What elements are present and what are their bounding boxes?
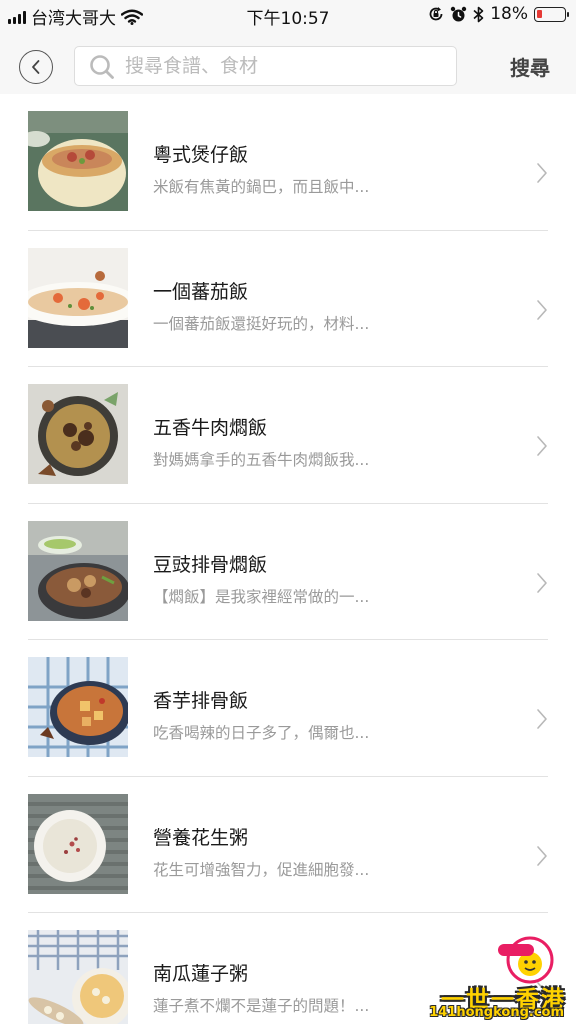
recipe-thumbnail: [28, 111, 128, 211]
rotation-lock-icon: [429, 7, 443, 21]
watermark-url: 141hongkong.com: [429, 1005, 564, 1020]
recipe-description: 一個蕃茄飯還挺好玩的，材料...: [153, 314, 370, 333]
battery-percent: 18%: [490, 4, 528, 24]
recipe-item[interactable]: 五香牛肉燜飯對媽媽拿手的五香牛肉燜飯我...: [0, 367, 576, 504]
watermark-logo: 一世一香港 141hongkong.com: [429, 936, 570, 1020]
recipe-item[interactable]: 香芋排骨飯吃香喝辣的日子多了，偶爾也...: [0, 640, 576, 777]
search-icon: [90, 55, 114, 79]
recipe-title: 豆豉排骨燜飯: [153, 553, 268, 576]
recipe-list: 粵式煲仔飯 米飯有焦黃的鍋巴，而且飯中... 一個蕃茄飯 一個蕃茄飯還挺好玩的，材料.…: [0, 94, 576, 1024]
status-right: 18%: [428, 4, 569, 24]
battery-icon: [534, 6, 569, 22]
recipe-description: 對媽媽拿手的五香牛肉燜飯我...: [153, 451, 370, 469]
chevron-right-icon: [537, 436, 547, 456]
status-bar: 台湾大哥大 下午10:57 18%: [0, 0, 576, 30]
recipe-title: 粵式煲仔飯: [153, 144, 249, 166]
recipe-title: 香芋排骨飯: [153, 690, 249, 712]
search-input[interactable]: [125, 47, 445, 85]
recipe-item[interactable]: 粵式煲仔飯米飯有焦黃的鍋巴，而且飯中...: [0, 94, 576, 231]
recipe-thumbnail: [28, 384, 128, 484]
chevron-right-icon: [537, 299, 547, 320]
recipe-item[interactable]: 豆豉排骨燜飯【燜飯】是我家裡經常做的一...: [0, 504, 576, 641]
recipe-title: 營養花生粥: [153, 826, 249, 849]
search-box[interactable]: [74, 46, 457, 86]
back-button[interactable]: [19, 50, 53, 84]
recipe-thumbnail: [28, 247, 128, 348]
recipe-thumbnail: [28, 930, 128, 1024]
chevron-right-icon: [537, 572, 547, 593]
recipe-title: 五香牛肉燜飯: [153, 417, 268, 439]
recipe-description: 米飯有焦黃的鍋巴，而且飯中...: [153, 178, 370, 196]
recipe-thumbnail: [28, 657, 128, 757]
chevron-left-icon: [32, 60, 40, 74]
battery-level: [537, 9, 542, 18]
chevron-right-icon: [537, 709, 547, 729]
recipe-item[interactable]: 一個蕃茄飯一個蕃茄飯還挺好玩的，材料...: [0, 231, 576, 368]
recipe-thumbnail: [28, 793, 128, 894]
recipe-description: 花生可增強智力，促進細胞發...: [153, 860, 370, 879]
recipe-title: 一個蕃茄飯: [153, 280, 249, 303]
recipe-description: 蓮子煮不爛不是蓮子的問題！...: [153, 997, 370, 1015]
recipe-title: 南瓜蓮子粥: [153, 963, 249, 985]
search-header: 搜尋: [0, 30, 576, 94]
recipe-thumbnail: [28, 520, 128, 621]
recipe-description: 【燜飯】是我家裡經常做的一...: [153, 587, 370, 606]
search-button[interactable]: 搜尋: [510, 52, 550, 81]
chevron-right-icon: [537, 163, 547, 183]
alarm-icon: [451, 6, 467, 21]
bluetooth-icon: [473, 6, 484, 22]
recipe-description: 吃香喝辣的日子多了，偶爾也...: [153, 724, 370, 742]
chevron-right-icon: [537, 845, 547, 866]
recipe-item[interactable]: 營養花生粥花生可增強智力，促進細胞發...: [0, 777, 576, 914]
